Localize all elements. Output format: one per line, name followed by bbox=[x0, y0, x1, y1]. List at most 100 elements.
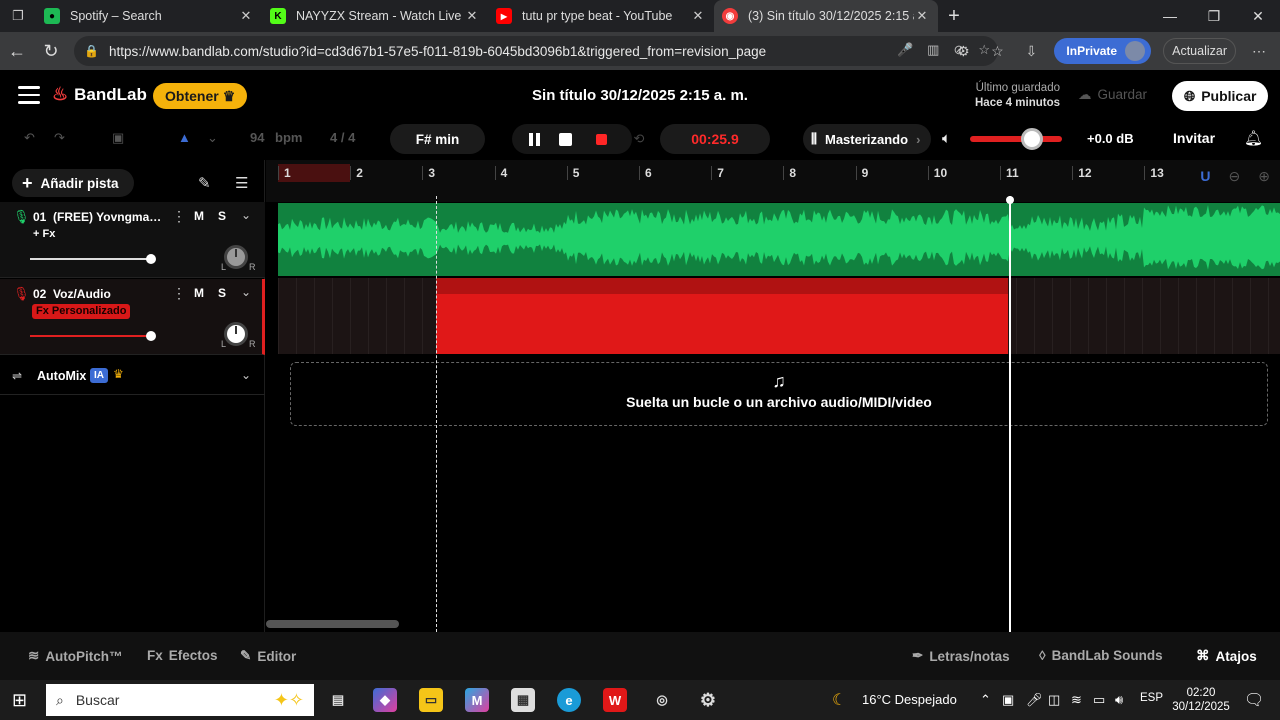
key-selector[interactable]: F# min bbox=[390, 124, 485, 154]
add-track-button[interactable]: + Añadir pista bbox=[12, 169, 134, 197]
wifi-icon[interactable]: ≋ bbox=[1071, 692, 1082, 708]
battery-icon[interactable]: ▭ bbox=[1093, 692, 1105, 708]
pause-button[interactable] bbox=[524, 129, 544, 149]
mute-button[interactable]: M bbox=[191, 209, 207, 223]
settings-gear-icon[interactable]: ⚙ bbox=[696, 688, 720, 712]
minimize-icon[interactable]: — bbox=[1148, 0, 1192, 32]
fader-knob[interactable] bbox=[146, 331, 156, 341]
zoom-in-icon[interactable]: ⊕ bbox=[1258, 168, 1270, 185]
close-window-icon[interactable]: ✕ bbox=[1236, 0, 1280, 32]
master-volume-knob[interactable] bbox=[1020, 128, 1043, 150]
mute-button[interactable]: M bbox=[191, 286, 207, 300]
mixer-settings-icon[interactable]: ☰ bbox=[235, 174, 248, 192]
bandlab-logo[interactable]: ♨ BandLab bbox=[52, 84, 147, 105]
close-tab-icon[interactable]: ✕ bbox=[238, 8, 254, 24]
custom-fx-badge[interactable]: Fx Personalizado bbox=[32, 304, 131, 319]
get-membership-button[interactable]: Obtener ♛ bbox=[153, 83, 248, 109]
grid-icon[interactable]: ▣ bbox=[112, 130, 124, 146]
lock-icon[interactable]: 🔒 bbox=[84, 44, 99, 58]
record-button[interactable] bbox=[591, 129, 611, 149]
audio-region-track-1[interactable] bbox=[278, 203, 1280, 276]
effects-button[interactable]: Fx Efectos bbox=[147, 648, 218, 663]
menu-icon[interactable] bbox=[18, 86, 40, 104]
track-options-icon[interactable]: ⋮ bbox=[172, 208, 186, 225]
track-name[interactable]: 02 Voz/Audio bbox=[33, 287, 168, 301]
task-view-icon[interactable]: ▤ bbox=[326, 688, 350, 712]
track-header-2[interactable]: 🎙︎ 02 Voz/Audio ⋮ M S ⌄ Fx Personalizado… bbox=[0, 279, 265, 355]
back-icon[interactable]: ← bbox=[0, 41, 34, 62]
time-signature[interactable]: 4 / 4 bbox=[330, 130, 355, 145]
pan-knob[interactable] bbox=[224, 322, 248, 346]
file-explorer-icon[interactable]: ▭ bbox=[419, 688, 443, 712]
automix-row[interactable]: ⇌ AutoMix IA ♛ ⌄ bbox=[0, 359, 265, 395]
mic-tray-icon[interactable]: 🎤︎ bbox=[1026, 692, 1043, 708]
mic-icon[interactable]: 🎤 bbox=[897, 42, 913, 58]
taskbar-search[interactable]: ⌕ Buscar ✦✧ bbox=[46, 684, 314, 716]
add-fx-button[interactable]: + Fx bbox=[33, 228, 55, 240]
timeline-ruler[interactable]: U ⊖ ⊕ 1 2 3 4 5 6 7 8 9 10 11 12 13 bbox=[266, 160, 1280, 202]
refresh-icon[interactable]: ↻ bbox=[34, 41, 68, 62]
chevron-down-icon[interactable]: ⌄ bbox=[241, 368, 251, 382]
stop-button[interactable] bbox=[555, 129, 575, 149]
tuning-fork-icon[interactable]: ✎ bbox=[198, 174, 211, 192]
undo-icon[interactable]: ↶ bbox=[24, 130, 35, 146]
save-button[interactable]: ☁ Guardar bbox=[1078, 87, 1147, 103]
url-field[interactable]: 🔒 https://www.bandlab.com/studio?id=cd3d… bbox=[74, 36, 998, 66]
autopitch-button[interactable]: ≋ AutoPitch™ bbox=[28, 648, 123, 664]
app-icon[interactable]: ◎ bbox=[650, 688, 674, 712]
tab-kick[interactable]: K NAYYZX Stream - Watch Live on Kick ✕ bbox=[262, 0, 488, 32]
redo-icon[interactable]: ↷ bbox=[54, 130, 65, 146]
track-volume-fader[interactable] bbox=[30, 254, 156, 264]
track-header-1[interactable]: 🎙︎ 01 (FREE) Yovngmano... ⋮ M S ⌄ + Fx L… bbox=[0, 202, 265, 278]
taskbar-clock[interactable]: 02:20 30/12/2025 bbox=[1170, 686, 1232, 714]
show-hidden-icons[interactable]: ⌃ bbox=[980, 692, 991, 708]
mastering-button[interactable]: ⫼ Masterizando › bbox=[803, 124, 931, 154]
store-icon[interactable]: ▦ bbox=[511, 688, 535, 712]
playhead[interactable] bbox=[1006, 196, 1014, 632]
notifications-icon[interactable]: 🔔︎ bbox=[1244, 129, 1263, 147]
track-options-icon[interactable]: ⋮ bbox=[172, 285, 186, 302]
bandlab-sounds-button[interactable]: ◊ BandLab Sounds bbox=[1039, 648, 1163, 663]
windows-start-icon[interactable]: ⊞ bbox=[12, 690, 27, 711]
fader-knob[interactable] bbox=[146, 254, 156, 264]
close-tab-icon[interactable]: ✕ bbox=[464, 8, 480, 24]
master-volume-slider[interactable] bbox=[970, 136, 1062, 142]
language-indicator[interactable]: ESP bbox=[1140, 692, 1163, 704]
chevron-down-icon[interactable]: ⌄ bbox=[241, 285, 251, 299]
horizontal-scrollbar[interactable] bbox=[266, 620, 399, 628]
update-button[interactable]: Actualizar bbox=[1163, 38, 1236, 64]
new-tab-button[interactable]: + bbox=[938, 5, 970, 28]
track-volume-fader[interactable] bbox=[30, 331, 156, 341]
inprivate-badge[interactable]: InPrivate bbox=[1054, 38, 1152, 64]
metronome-icon[interactable]: ▲ bbox=[178, 130, 191, 145]
shortcuts-button[interactable]: ⌘ Atajos bbox=[1196, 648, 1257, 664]
solo-button[interactable]: S bbox=[214, 286, 230, 300]
close-tab-icon[interactable]: ✕ bbox=[690, 8, 706, 24]
speaker-icon[interactable]: 🔊︎ bbox=[1115, 692, 1123, 708]
recording-region[interactable] bbox=[436, 278, 1008, 354]
extensions-icon[interactable]: ⚙ bbox=[952, 43, 974, 60]
tab-bandlab[interactable]: ◉ (3) Sin título 30/12/2025 2:15 a. m. ✕ bbox=[714, 0, 938, 32]
weather-text[interactable]: 16°C Despejado bbox=[862, 692, 957, 707]
lyrics-button[interactable]: ✒ Letras/notas bbox=[912, 648, 1010, 664]
wps-icon[interactable]: W bbox=[603, 688, 627, 712]
download-icon[interactable]: ⇩ bbox=[1020, 43, 1042, 60]
tab-youtube[interactable]: ▶ tutu pr type beat - YouTube ✕ bbox=[488, 0, 714, 32]
tray-icon[interactable]: ▣ bbox=[1002, 692, 1014, 708]
restore-icon[interactable]: ❐ bbox=[1192, 0, 1236, 32]
lane-track-2[interactable] bbox=[278, 278, 1280, 354]
metronome-chevron-icon[interactable]: ⌄ bbox=[207, 130, 218, 146]
more-menu-icon[interactable]: ⋯ bbox=[1248, 43, 1270, 60]
reader-icon[interactable]: ▥ bbox=[927, 42, 939, 58]
close-tab-icon[interactable]: ✕ bbox=[914, 8, 930, 24]
solo-button[interactable]: S bbox=[214, 209, 230, 223]
favorites-icon[interactable]: ☆ bbox=[986, 43, 1008, 60]
loop-icon[interactable]: ⟲ bbox=[629, 129, 649, 149]
arrange-area[interactable]: U ⊖ ⊕ 1 2 3 4 5 6 7 8 9 10 11 12 13 ♫ Suelta un bucl… bbox=[266, 160, 1280, 632]
pan-knob[interactable] bbox=[224, 245, 248, 269]
edge-icon[interactable]: e bbox=[557, 688, 581, 712]
copilot-icon[interactable]: ◆ bbox=[373, 688, 397, 712]
tab-spotify[interactable]: ● Spotify – Search ✕ bbox=[36, 0, 262, 32]
bpm-value[interactable]: 94 bbox=[250, 130, 264, 145]
snap-magnet-icon[interactable]: U bbox=[1200, 168, 1210, 185]
